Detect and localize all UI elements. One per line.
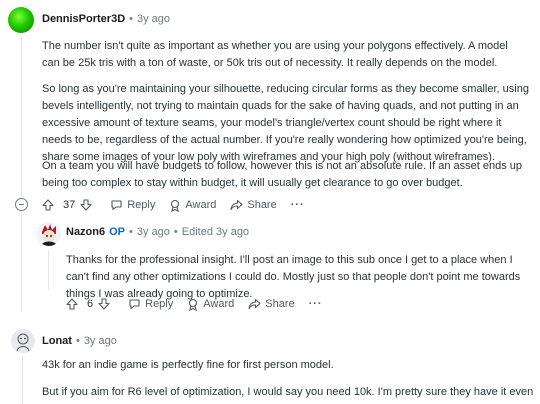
comment-meta: DennisPorter3D • 3y ago [42, 13, 170, 25]
reply-button[interactable]: Reply [128, 298, 173, 310]
more-options-button[interactable]: ··· [309, 298, 323, 310]
comment-age: 3y ago [136, 226, 170, 238]
vote-count: 37 [63, 199, 76, 211]
comment-age: 3y ago [83, 335, 117, 347]
comment-paragraph: But if you aim for R6 level of optimizat… [42, 386, 534, 404]
collapse-icon[interactable] [15, 198, 28, 211]
edited-label: Edited 3y ago [181, 226, 250, 238]
reply-button[interactable]: Reply [110, 199, 155, 211]
award-button[interactable]: Award [169, 199, 216, 212]
comment-paragraph: So long as you're maintaining your silho… [42, 83, 529, 163]
comment-paragraph: 43k for an indie game is perfectly fine … [42, 359, 334, 371]
separator-dot: • [75, 335, 80, 347]
reply-label: Reply [145, 298, 174, 310]
avatar[interactable] [37, 222, 61, 246]
comment-actions: 37 Reply Award Share ··· [42, 195, 319, 215]
comment-actions: 6 Reply Award Share ··· [66, 294, 337, 314]
avatar[interactable] [8, 7, 34, 33]
share-icon [248, 298, 261, 310]
avatar[interactable] [11, 329, 35, 353]
award-icon [189, 298, 198, 311]
thread-line[interactable] [48, 250, 49, 290]
vote-control: 6 [66, 298, 114, 310]
separator-dot: • [129, 226, 133, 238]
author-name[interactable]: Nazon6 [66, 226, 105, 238]
comment-age: 3y ago [137, 13, 171, 25]
reply-icon [111, 200, 122, 211]
comment-meta: Nazon6 OP • 3y ago • Edited 3y ago [66, 226, 249, 238]
upvote-icon[interactable] [66, 298, 78, 310]
thread-line[interactable] [21, 36, 22, 196]
award-label: Award [203, 298, 235, 310]
avatar-image [11, 329, 35, 353]
share-label: Share [265, 298, 295, 310]
avatar-image [37, 222, 61, 246]
share-icon [230, 199, 243, 211]
downvote-icon[interactable] [80, 199, 92, 211]
thread-line[interactable] [21, 212, 22, 312]
downvote-icon[interactable] [98, 298, 110, 310]
share-button[interactable]: Share [248, 298, 295, 310]
comment-paragraph: On a team you will have budgets to follo… [42, 160, 523, 189]
op-badge: OP [109, 226, 126, 238]
vote-control: 37 [42, 199, 96, 211]
author-name[interactable]: DennisPorter3D [42, 13, 125, 25]
more-options-button[interactable]: ··· [291, 199, 305, 211]
upvote-icon[interactable] [42, 199, 54, 211]
author-name[interactable]: Lonat [42, 335, 72, 347]
reply-icon [129, 299, 140, 310]
share-label: Share [247, 199, 277, 211]
reply-label: Reply [127, 199, 156, 211]
award-button[interactable]: Award [187, 298, 234, 311]
award-icon [171, 199, 180, 212]
separator-dot: • [129, 13, 133, 25]
vote-count: 6 [87, 298, 94, 310]
comment-meta: Lonat • 3y ago [42, 335, 117, 347]
thread-line[interactable] [22, 357, 23, 404]
share-button[interactable]: Share [230, 199, 277, 211]
comment-paragraph: The number isn't quite as important as w… [42, 40, 508, 69]
award-label: Award [185, 199, 217, 211]
separator-dot: • [173, 226, 178, 238]
